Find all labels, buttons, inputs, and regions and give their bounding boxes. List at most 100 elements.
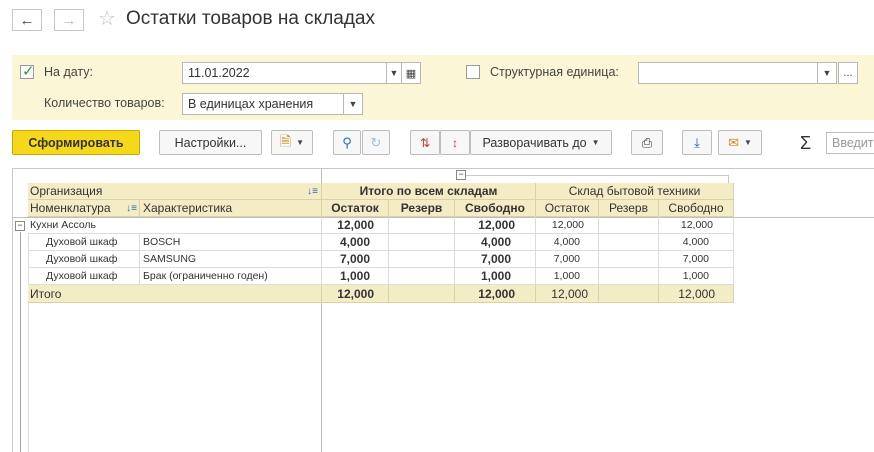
chevron-down-icon: ▼ [822, 68, 832, 78]
chevron-down-icon: ▼ [296, 138, 305, 147]
expand-to-label: Разворачивать до [482, 135, 587, 150]
table-row-2-wh-reserve [599, 268, 659, 285]
chevron-down-icon: ▼ [591, 138, 600, 147]
totals-wh-remainder: 12,000 [536, 285, 599, 303]
table-row-1-wh-remainder: 7,000 [536, 251, 599, 268]
struct-unit-label: Структурная единица: [490, 65, 619, 79]
group-total-reserve [389, 217, 455, 234]
struct-unit-field[interactable] [638, 62, 818, 84]
header-total-remainder: Остаток [322, 200, 389, 217]
table-row-0-wh-remainder: 4,000 [536, 234, 599, 251]
settings-button[interactable]: Настройки... [159, 130, 262, 155]
table-row-0-characteristic: BOSCH [140, 234, 322, 251]
group-row-name: Кухни Ассоль [28, 217, 322, 234]
group-wh-reserve [599, 217, 659, 234]
table-row-0-name: Духовой шкаф [28, 234, 140, 251]
header-wh-free: Свободно [659, 200, 734, 217]
header-organization: Организация ↓≡ [28, 183, 322, 200]
table-row-0-wh-free: 4,000 [659, 234, 734, 251]
arrow-left-icon: ← [19, 11, 35, 29]
generate-button[interactable]: Сформировать [12, 130, 140, 155]
header-wh-remainder: Остаток [536, 200, 599, 217]
table-row-1-wh-free: 7,000 [659, 251, 734, 268]
date-dropdown-button[interactable]: ▼ [386, 62, 402, 84]
save-button[interactable]: ⤓ [682, 130, 712, 155]
table-row-0-total-free: 4,000 [455, 234, 536, 251]
group-tree-line [20, 232, 21, 452]
collapse-groups-button[interactable]: ↕ [440, 130, 470, 155]
qty-dropdown-button[interactable]: ▼ [343, 93, 363, 115]
checkmark-icon: ✓ [22, 63, 35, 80]
header-total-free: Свободно [455, 200, 536, 217]
favorite-star-icon[interactable]: ☆ [98, 6, 116, 31]
date-label: На дату: [44, 65, 94, 79]
table-row-1-total-reserve [389, 251, 455, 268]
qty-field[interactable]: В единицах хранения [182, 93, 344, 115]
send-email-button[interactable]: ✉ ▼ [718, 130, 762, 155]
totals-total-remainder: 12,000 [322, 285, 389, 303]
arrow-right-icon: → [61, 11, 77, 29]
calendar-button[interactable]: ▦ [401, 62, 421, 84]
minus-icon: − [17, 220, 23, 230]
back-button[interactable]: ← [12, 9, 42, 31]
sort-icon[interactable]: ↓≡ [307, 183, 318, 199]
expand-groups-button[interactable]: ⇅ [410, 130, 440, 155]
table-row-2-wh-free: 1,000 [659, 268, 734, 285]
totals-total-free: 12,000 [455, 285, 536, 303]
group-total-free: 12,000 [455, 217, 536, 234]
search-input[interactable]: Введите [826, 132, 874, 154]
table-row-0-total-remainder: 4,000 [322, 234, 389, 251]
variants-button[interactable]: 🗎 ▼ [271, 130, 313, 155]
struct-unit-dropdown-button[interactable]: ▼ [817, 62, 837, 84]
sum-icon[interactable]: Σ [800, 133, 811, 154]
table-row-0-wh-reserve [599, 234, 659, 251]
table-row-2-total-reserve [389, 268, 455, 285]
totals-wh-reserve [599, 285, 659, 303]
table-row-1-total-remainder: 7,000 [322, 251, 389, 268]
sort-icon[interactable]: ↓≡ [126, 200, 137, 216]
expand-to-button[interactable]: Разворачивать до ▼ [470, 130, 612, 155]
chevron-down-icon: ▼ [389, 68, 399, 78]
date-checkbox[interactable]: ✓ [20, 63, 35, 80]
header-wh-reserve: Резерв [599, 200, 659, 217]
table-row-2-total-free: 1,000 [455, 268, 536, 285]
minus-icon: − [458, 169, 464, 179]
header-group-warehouse: Склад бытовой техники [536, 183, 734, 200]
forward-button[interactable]: → [54, 9, 84, 31]
group-wh-remainder: 12,000 [536, 217, 599, 234]
table-row-1-wh-reserve [599, 251, 659, 268]
header-group-total: Итого по всем складам [322, 183, 536, 200]
date-field[interactable]: 11.01.2022 [182, 62, 387, 84]
grouping-bar-end [728, 175, 729, 183]
ellipsis-icon: ... [843, 67, 853, 79]
print-button[interactable]: ⎙ [631, 130, 663, 155]
totals-total-reserve [389, 285, 455, 303]
table-row-0-total-reserve [389, 234, 455, 251]
find-next-button[interactable]: ↻ [362, 130, 390, 155]
chevron-down-icon: ▼ [743, 138, 752, 147]
header-total-reserve: Резерв [389, 200, 455, 217]
header-nomenclature: Номенклатура ↓≡ [28, 200, 140, 217]
chevron-down-icon: ▼ [348, 99, 358, 109]
struct-unit-select-button[interactable]: ... [838, 62, 858, 84]
find-button[interactable]: ⚲ [333, 130, 361, 155]
table-row-1-name: Духовой шкаф [28, 251, 140, 268]
struct-unit-checkbox[interactable] [466, 65, 480, 79]
totals-wh-free: 12,000 [659, 285, 734, 303]
group-wh-free: 12,000 [659, 217, 734, 234]
collapse-columns-toggle[interactable]: − [456, 170, 466, 180]
header-characteristic: Характеристика [140, 200, 322, 217]
expand-levels-icon: ⇅ [419, 135, 431, 150]
table-row-1-characteristic: SAMSUNG [140, 251, 322, 268]
search-icon: ⚲ [342, 134, 352, 150]
printer-icon: ⎙ [641, 134, 653, 150]
table-row-2-total-remainder: 1,000 [322, 268, 389, 285]
report-variants-icon: 🗎 [279, 132, 292, 149]
envelope-icon: ✉ [728, 134, 739, 150]
search-next-icon: ↻ [370, 134, 382, 150]
qty-label: Количество товаров: [44, 96, 165, 110]
table-row-2-wh-remainder: 1,000 [536, 268, 599, 285]
collapse-group-toggle[interactable]: − [15, 221, 25, 231]
filter-panel: ✓ На дату: 11.01.2022 ▼ ▦ Структурная ед… [12, 55, 874, 120]
grouping-bar [456, 175, 729, 176]
